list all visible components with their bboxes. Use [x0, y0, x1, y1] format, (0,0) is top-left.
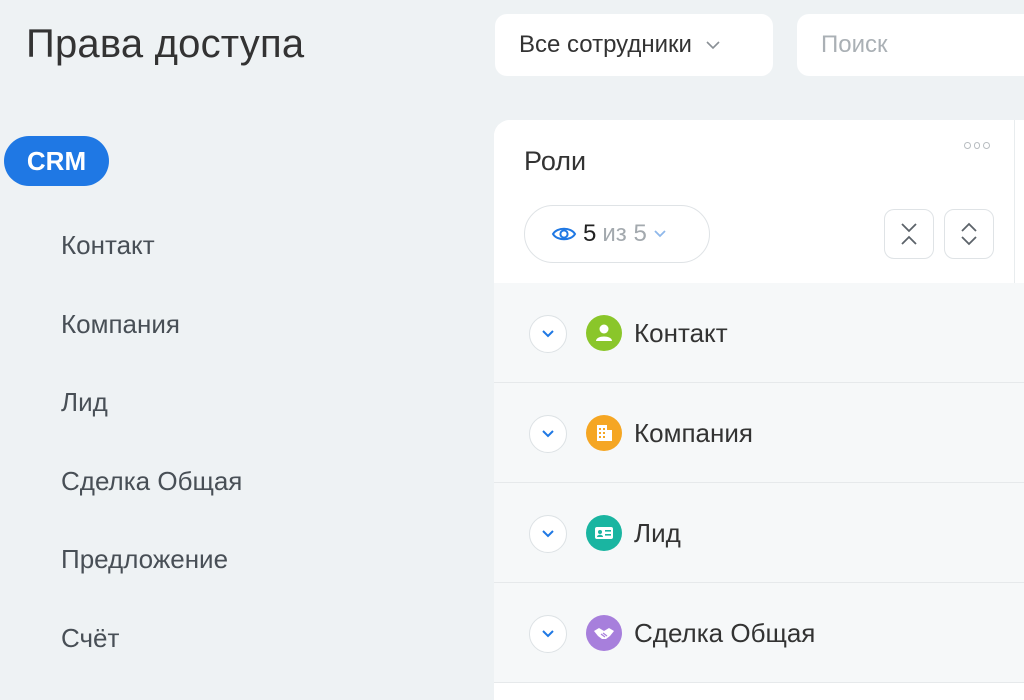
search-box[interactable] — [797, 14, 1024, 76]
entity-label: Сделка Общая — [634, 618, 816, 648]
entity-row-deal: Сделка Общая — [494, 583, 1024, 683]
visible-count: 5 — [583, 220, 597, 247]
expand-row-button[interactable] — [529, 415, 567, 453]
chevron-down-icon — [654, 230, 666, 238]
expand-all-button[interactable] — [944, 209, 994, 259]
eye-icon — [551, 227, 577, 241]
sidebar-item-company[interactable]: Компания — [61, 309, 180, 340]
chevron-down-icon — [542, 430, 554, 438]
entity-label: Контакт — [634, 318, 728, 348]
chevron-down-icon — [542, 630, 554, 638]
sidebar-section-crm[interactable]: CRM — [4, 136, 109, 186]
expand-icon — [961, 222, 977, 246]
id-card-icon — [586, 515, 622, 551]
sidebar-item-contact[interactable]: Контакт — [61, 230, 155, 261]
chevron-down-icon — [706, 41, 720, 50]
entity-rows: Контакт Компания Лид Сделка Общая — [494, 283, 1024, 683]
sidebar-item-quote[interactable]: Предложение — [61, 544, 228, 575]
employee-filter-value: Все сотрудники — [519, 31, 692, 58]
total-count: из 5 — [602, 220, 647, 247]
building-icon — [586, 415, 622, 451]
visibility-counter-button[interactable]: 5 из 5 — [524, 205, 710, 263]
expand-row-button[interactable] — [529, 515, 567, 553]
entity-label: Лид — [634, 518, 681, 548]
more-options-icon[interactable] — [964, 140, 991, 150]
sidebar-item-invoice[interactable]: Счёт — [61, 623, 119, 654]
chevron-down-icon — [542, 330, 554, 338]
collapse-all-button[interactable] — [884, 209, 934, 259]
employee-filter-select[interactable]: Все сотрудники — [495, 14, 773, 76]
entity-label: Компания — [634, 418, 753, 448]
search-input[interactable] — [821, 31, 1021, 59]
sidebar-item-deal[interactable]: Сделка Общая — [61, 466, 242, 497]
sidebar-item-lead[interactable]: Лид — [61, 387, 108, 418]
collapse-icon — [901, 223, 917, 245]
roles-title: Роли — [524, 146, 587, 176]
page-title: Права доступа — [26, 22, 305, 66]
expand-row-button[interactable] — [529, 315, 567, 353]
person-icon — [586, 315, 622, 351]
handshake-icon — [586, 615, 622, 651]
roles-panel: Роли 5 из 5 Контакт Компания Лид Сделка … — [494, 120, 1024, 700]
chevron-down-icon — [542, 530, 554, 538]
entity-row-lead: Лид — [494, 483, 1024, 583]
entity-row-contact: Контакт — [494, 283, 1024, 383]
roles-panel-header: Роли 5 из 5 — [494, 120, 1015, 283]
expand-row-button[interactable] — [529, 615, 567, 653]
entity-row-company: Компания — [494, 383, 1024, 483]
